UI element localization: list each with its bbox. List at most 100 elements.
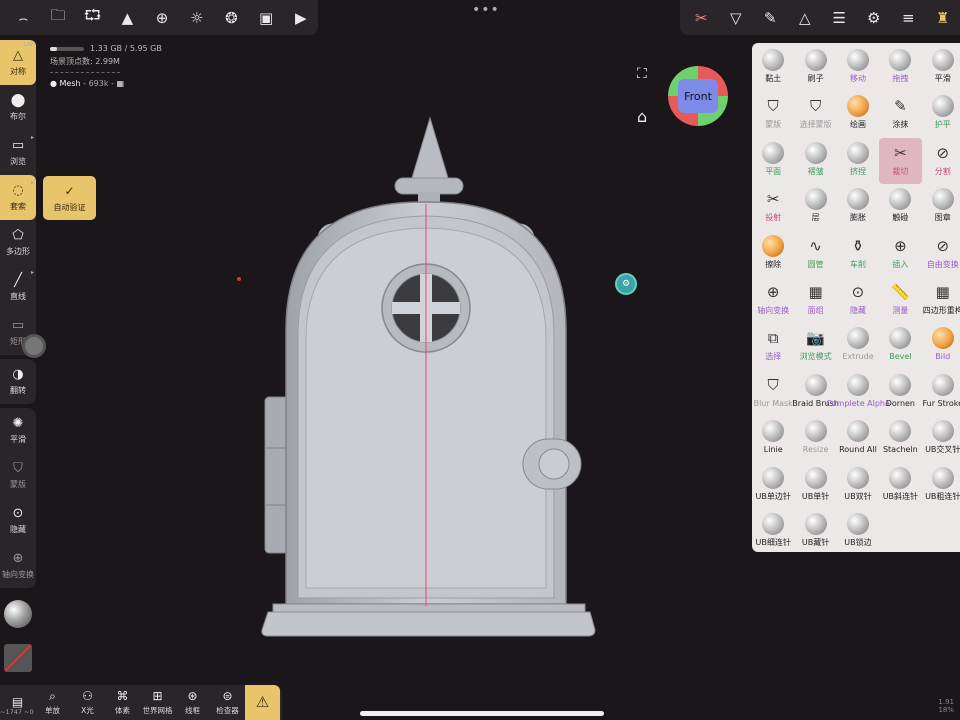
- brush-52[interactable]: UB锁边: [837, 509, 879, 555]
- brush-15[interactable]: ✂ 投射: [752, 184, 794, 230]
- image-icon[interactable]: ▣: [249, 0, 284, 35]
- brush-30[interactable]: ⧉ 选择: [752, 323, 794, 369]
- brush-46[interactable]: UB单针: [794, 463, 836, 509]
- folder-icon[interactable]: 🗀: [41, 0, 76, 35]
- filter-icon[interactable]: ▽: [719, 0, 754, 35]
- brush-4[interactable]: 平滑: [922, 45, 960, 91]
- bottom-voxel-button[interactable]: ⌘ 体素: [105, 685, 140, 720]
- brush-42[interactable]: Round All: [837, 416, 879, 462]
- bottom-inspector-button[interactable]: ⊜ 检查器: [210, 685, 245, 720]
- brush-38[interactable]: Dornen: [879, 370, 921, 416]
- sliders-icon[interactable]: ≡: [891, 0, 926, 35]
- scene-icon[interactable]: ▲: [110, 0, 145, 35]
- brush-16[interactable]: 层: [794, 184, 836, 230]
- brush-36[interactable]: Braid Brush: [792, 370, 839, 416]
- globe-icon[interactable]: ⊕: [145, 0, 180, 35]
- brush-13[interactable]: ✂ 裁切: [879, 137, 922, 185]
- brush-22[interactable]: ⚱ 车削: [837, 231, 879, 277]
- bottom-xray-button[interactable]: ⚇ X光: [70, 685, 105, 720]
- brush-40[interactable]: Linie: [752, 416, 794, 462]
- frame-icon[interactable]: ⛶: [637, 66, 647, 82]
- brush-41[interactable]: Resize: [794, 416, 836, 462]
- brush-37[interactable]: Complete Alpha: [826, 370, 890, 416]
- brush-26[interactable]: ▦ 面组: [794, 277, 836, 323]
- multitask-dots-icon[interactable]: •••: [472, 2, 500, 18]
- brush-2[interactable]: 移动: [837, 45, 879, 91]
- brush-21[interactable]: ∿ 圆管: [794, 231, 836, 277]
- brush-23[interactable]: ⊕ 插入: [879, 231, 921, 277]
- bottom-single-button[interactable]: ⌕ 单放: [35, 685, 70, 720]
- home-icon[interactable]: ⌂: [637, 107, 647, 126]
- brush-6[interactable]: ⛉ 选择蒙版: [794, 91, 836, 137]
- brush-20[interactable]: 擦除: [752, 231, 794, 277]
- bottom-wireframe-button[interactable]: ⊛ 线框: [175, 685, 210, 720]
- brush-43[interactable]: Stacheln: [879, 416, 921, 462]
- auto-verify-popup[interactable]: ✓ 自动验证: [43, 176, 96, 220]
- transform-pivot-icon[interactable]: ⚙: [615, 273, 637, 295]
- tool-line[interactable]: ▸ ╱ 直线: [0, 265, 36, 310]
- gizmo-front-face[interactable]: Front: [678, 79, 718, 113]
- brush-5[interactable]: ⛉ 蒙版: [752, 91, 794, 137]
- brush-34[interactable]: Bild: [922, 323, 960, 369]
- brush-14[interactable]: ⊘ 分割: [922, 138, 960, 184]
- tool-flip[interactable]: ◑ 翻转: [0, 359, 36, 404]
- tool-boolean[interactable]: ⬤ 布尔: [0, 85, 36, 130]
- pen-icon[interactable]: ✎: [753, 0, 788, 35]
- size-slider-knob[interactable]: [22, 334, 46, 358]
- brush-12[interactable]: 挤捏: [837, 138, 879, 184]
- brush-33[interactable]: Bevel: [879, 323, 921, 369]
- gold-castle-icon[interactable]: ♜: [926, 0, 960, 35]
- brush-39[interactable]: Fur Stroke: [922, 370, 960, 416]
- brush-9[interactable]: 护平: [922, 91, 960, 137]
- brush-8[interactable]: ✎ 涂抹: [879, 91, 921, 137]
- brush-51[interactable]: UB藏针: [794, 509, 836, 555]
- brush-44[interactable]: UB交叉针: [922, 416, 960, 462]
- brush-48[interactable]: UB斜连针: [879, 463, 921, 509]
- brush-32[interactable]: Extrude: [837, 323, 879, 369]
- brush-27[interactable]: ⊙ 隐藏: [837, 277, 879, 323]
- brush-47[interactable]: UB双针: [837, 463, 879, 509]
- brush-49[interactable]: UB粗连针: [922, 463, 960, 509]
- brush-25[interactable]: ⊕ 轴向变换: [752, 277, 794, 323]
- brush-45[interactable]: UB单边针: [752, 463, 794, 509]
- aperture-icon[interactable]: ❂: [214, 0, 249, 35]
- brush-3[interactable]: 拖拽: [879, 45, 921, 91]
- brush-11[interactable]: 褶皱: [794, 138, 836, 184]
- bottom-world-grid-button[interactable]: ⊞ 世界网格: [140, 685, 175, 720]
- tool-browse[interactable]: ▸ ▭ 浏览: [0, 130, 36, 175]
- brush-29[interactable]: ▦ 四边形重构: [922, 277, 960, 323]
- share-icon[interactable]: ⮔: [75, 0, 110, 35]
- color-swatch[interactable]: [4, 644, 32, 672]
- tool-lasso[interactable]: ▸ ◌ 套索: [0, 175, 36, 220]
- brush-28[interactable]: 📏 测量: [879, 277, 921, 323]
- brush-17[interactable]: 膨胀: [837, 184, 879, 230]
- tool-axis-transform[interactable]: ⊕ 轴向变换: [0, 543, 36, 588]
- material-sphere-icon[interactable]: [4, 600, 32, 628]
- tool-symmetry[interactable]: L/W △ 对称: [0, 40, 36, 85]
- tool-smooth[interactable]: ✺ 平滑: [0, 408, 36, 453]
- layers-icon[interactable]: ☰: [822, 0, 857, 35]
- settings-icon[interactable]: ⚙: [857, 0, 892, 35]
- tool-polygon[interactable]: ⬠ 多边形: [0, 220, 36, 265]
- brush-50[interactable]: UB细连针: [752, 509, 794, 555]
- sun-icon[interactable]: ☼: [179, 0, 214, 35]
- bottom-warning-button[interactable]: ⚠: [245, 685, 280, 720]
- brush-24[interactable]: ⊘ 自由变换: [922, 231, 960, 277]
- brush-18[interactable]: 触碰: [879, 184, 921, 230]
- tool-mask[interactable]: ⛉ 蒙版: [0, 453, 36, 498]
- brush-19[interactable]: 图章: [922, 184, 960, 230]
- brush-35[interactable]: ⛉ Blur Mask: [752, 370, 794, 416]
- active-brush-icon[interactable]: ✂: [684, 0, 719, 35]
- brush-0[interactable]: 黏土: [752, 45, 794, 91]
- brush-tool-icon[interactable]: ⌢: [6, 0, 41, 35]
- brush-10[interactable]: 平面: [752, 138, 794, 184]
- brush-31[interactable]: 📷 浏览模式: [794, 323, 836, 369]
- camera-icon[interactable]: ▶: [283, 0, 318, 35]
- brush-7[interactable]: 绘画: [837, 91, 879, 137]
- mesh-info[interactable]: ● Mesh - 693k - ▦: [50, 79, 162, 88]
- view-gizmo[interactable]: Front: [668, 66, 728, 126]
- symmetry-icon[interactable]: △: [788, 0, 823, 35]
- tool-hide[interactable]: ⊙ 隐藏: [0, 498, 36, 543]
- home-indicator[interactable]: [360, 711, 604, 716]
- brush-1[interactable]: 刷子: [794, 45, 836, 91]
